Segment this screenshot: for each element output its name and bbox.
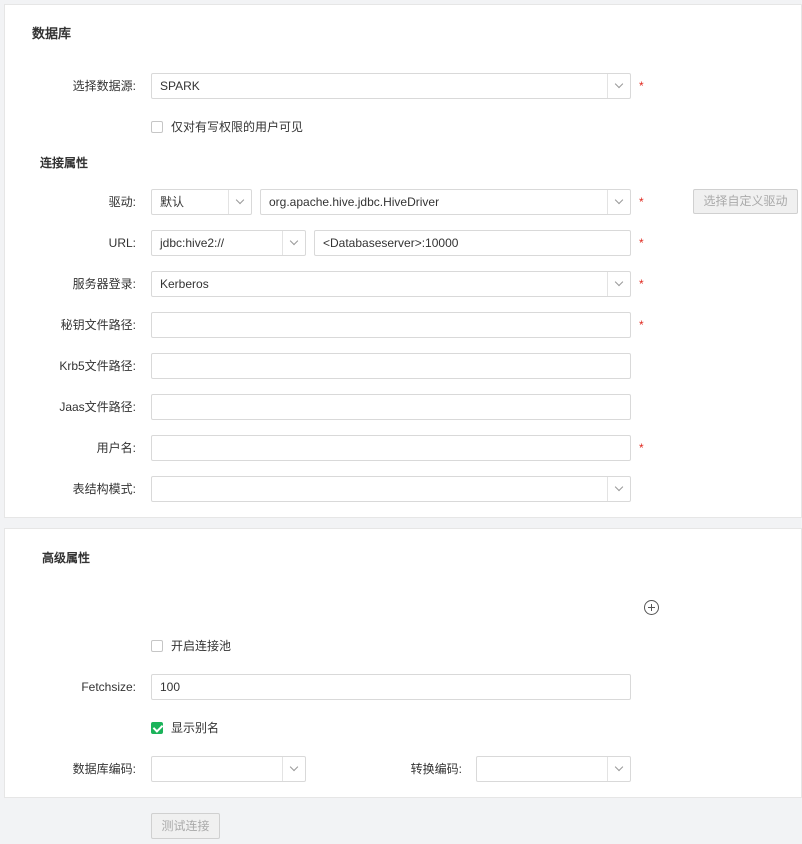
fetchsize-label: Fetchsize: xyxy=(81,680,136,694)
required-mark: * xyxy=(639,195,644,209)
datasource-select[interactable]: SPARK xyxy=(151,73,631,99)
schema-label: 表结构模式: xyxy=(72,482,136,496)
driver-mode-select[interactable]: 默认 xyxy=(151,189,252,215)
url-prefix-value: jdbc:hive2:// xyxy=(160,236,225,250)
keytab-input[interactable] xyxy=(151,312,631,338)
custom-driver-button[interactable]: 选择自定义驱动 xyxy=(693,189,798,214)
write-only-label: 仅对有写权限的用户可见 xyxy=(171,120,304,134)
chevron-down-icon[interactable] xyxy=(607,477,630,501)
server-login-select[interactable]: Kerberos xyxy=(151,271,631,297)
url-label: URL: xyxy=(108,236,136,250)
db-encoding-select[interactable] xyxy=(151,756,306,782)
jaas-label: Jaas文件路径: xyxy=(59,400,136,414)
chevron-down-icon[interactable] xyxy=(282,231,305,255)
datasource-value: SPARK xyxy=(160,79,200,93)
required-mark: * xyxy=(639,441,644,455)
required-mark: * xyxy=(639,318,644,332)
chevron-down-icon[interactable] xyxy=(228,190,251,214)
driver-mode-value: 默认 xyxy=(160,195,185,209)
fetchsize-value: 100 xyxy=(160,680,181,694)
chevron-down-icon[interactable] xyxy=(607,190,630,214)
server-login-value: Kerberos xyxy=(160,277,209,291)
keytab-label: 秘钥文件路径: xyxy=(60,318,136,332)
krb5-label: Krb5文件路径: xyxy=(59,359,136,373)
chevron-down-icon[interactable] xyxy=(607,272,630,296)
krb5-input[interactable] xyxy=(151,353,631,379)
connection-pool-checkbox[interactable] xyxy=(151,640,163,652)
connection-pool-label: 开启连接池 xyxy=(171,639,232,653)
username-label: 用户名: xyxy=(96,441,136,455)
driver-class-value: org.apache.hive.jdbc.HiveDriver xyxy=(269,195,440,209)
url-prefix-select[interactable]: jdbc:hive2:// xyxy=(151,230,306,256)
schema-select[interactable] xyxy=(151,476,631,502)
jaas-input[interactable] xyxy=(151,394,631,420)
show-alias-label: 显示别名 xyxy=(171,721,220,735)
username-input[interactable] xyxy=(151,435,631,461)
write-only-checkbox[interactable] xyxy=(151,121,163,133)
chevron-down-icon[interactable] xyxy=(607,757,630,781)
db-encoding-label: 数据库编码: xyxy=(72,762,136,776)
driver-class-select[interactable]: org.apache.hive.jdbc.HiveDriver xyxy=(260,189,631,215)
url-value: <Databaseserver>:10000 xyxy=(323,236,459,250)
datasource-label: 选择数据源: xyxy=(72,79,136,93)
plus-circle-icon[interactable] xyxy=(644,600,659,615)
fetchsize-input[interactable]: 100 xyxy=(151,674,631,700)
chevron-down-icon[interactable] xyxy=(282,757,305,781)
test-connection-button[interactable]: 测试连接 xyxy=(151,813,220,839)
required-mark: * xyxy=(639,236,644,250)
required-mark: * xyxy=(639,277,644,291)
driver-label: 驱动: xyxy=(108,195,136,209)
convert-encoding-select[interactable] xyxy=(476,756,631,782)
database-section-title: 数据库 xyxy=(32,26,72,41)
advanced-section-title: 高级属性 xyxy=(42,551,91,565)
chevron-down-icon[interactable] xyxy=(607,74,630,98)
show-alias-checkbox[interactable] xyxy=(151,722,163,734)
server-login-label: 服务器登录: xyxy=(72,277,136,291)
convert-encoding-label: 转换编码: xyxy=(410,762,462,776)
url-input[interactable]: <Databaseserver>:10000 xyxy=(314,230,631,256)
connection-section-title: 连接属性 xyxy=(40,156,89,170)
required-mark: * xyxy=(639,79,644,93)
